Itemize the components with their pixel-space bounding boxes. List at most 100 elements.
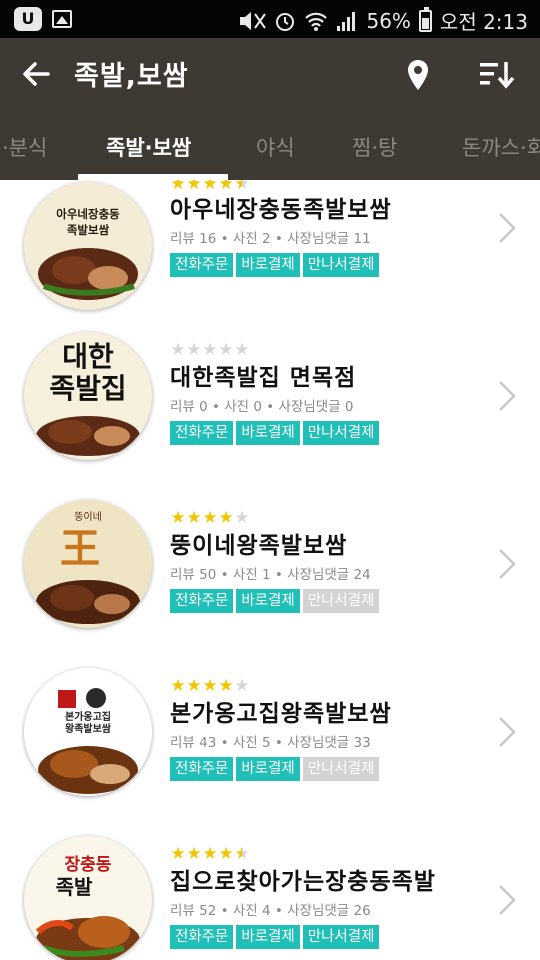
status-bar: U 56% 오전 2:13 — [0, 0, 540, 38]
chevron-right-icon — [499, 549, 516, 579]
pay-now-badge: 바로결제 — [236, 253, 300, 277]
rating-stars: ★★★★★ — [170, 844, 250, 864]
restaurant-name: 뚱이네왕족발보쌈 — [170, 533, 348, 559]
pay-on-delivery-badge: 만나서결제 — [302, 421, 380, 445]
tab-jokbal-bossam[interactable]: 족발·보쌈 — [106, 132, 191, 162]
star-icon: ★ — [186, 844, 202, 864]
restaurant-thumbnail: 대한 족발집 — [24, 332, 152, 460]
list-item[interactable]: 뚱이네 王 ★★★★★ 뚱이네왕족발보쌈 리뷰 50 • 사진 1 • 사장님댓… — [0, 498, 540, 666]
tab-late-night[interactable]: 야식 — [256, 132, 295, 162]
phone-order-badge: 전화주문 — [170, 925, 234, 949]
chevron-right-icon — [499, 717, 516, 747]
star-icon: ★ — [234, 844, 250, 864]
restaurant-name: 아우네장충동족발보쌈 — [170, 197, 392, 223]
star-icon: ★ — [186, 340, 202, 360]
review-meta: 리뷰 52 • 사진 4 • 사장님댓글 26 — [170, 903, 371, 919]
star-icon: ★ — [234, 676, 250, 696]
app-notification-icon: U — [14, 7, 42, 31]
pay-now-badge: 바로결제 — [236, 421, 300, 445]
phone-order-badge: 전화주문 — [170, 421, 234, 445]
order-badges: 전화주문 바로결제 만나서결제 — [170, 757, 380, 781]
star-icon: ★ — [170, 508, 186, 528]
thumb-caption: 족발집 — [49, 372, 126, 405]
phone-order-badge: 전화주문 — [170, 253, 234, 277]
list-item[interactable]: 대한 족발집 ★★★★★ 대한족발집 면목점 리뷰 0 • 사진 0 • 사장님… — [0, 330, 540, 498]
star-icon: ★ — [170, 340, 186, 360]
order-badges: 전화주문 바로결제 만나서결제 — [170, 421, 380, 445]
tab-stew[interactable]: 찜·탕 — [352, 132, 397, 162]
thumb-caption: 대한 — [62, 340, 114, 373]
thumb-caption: 장충동 — [65, 855, 112, 875]
order-badges: 전화주문 바로결제 만나서결제 — [170, 589, 380, 613]
signal-icon — [337, 11, 356, 31]
restaurant-name: 집으로찾아가는장충동족발 — [170, 869, 436, 895]
tab-snack[interactable]: ·분식 — [2, 132, 47, 162]
pay-on-delivery-badge: 만나서결제 — [302, 589, 380, 613]
star-icon: ★ — [218, 508, 234, 528]
thumb-caption: 아우네장충동 — [56, 207, 120, 221]
thumb-caption: 뚱이네 — [74, 511, 102, 523]
wifi-icon — [305, 12, 328, 31]
app-bar: 족발,보쌈 — [0, 38, 540, 112]
thumb-caption: 족발보쌈 — [67, 223, 110, 237]
category-tabs: ·분식 족발·보쌈 야식 찜·탕 돈까스·회 — [0, 112, 540, 180]
star-icon: ★ — [234, 508, 250, 528]
phone-order-badge: 전화주문 — [170, 757, 234, 781]
pay-now-badge: 바로결제 — [236, 589, 300, 613]
pay-on-delivery-badge: 만나서결제 — [302, 253, 380, 277]
battery-icon — [418, 6, 432, 32]
star-icon: ★ — [202, 340, 218, 360]
review-meta: 리뷰 0 • 사진 0 • 사장님댓글 0 — [170, 399, 354, 415]
pay-on-delivery-badge: 만나서결제 — [302, 925, 380, 949]
star-icon: ★ — [186, 508, 202, 528]
alarm-icon — [276, 12, 295, 31]
chevron-right-icon — [499, 213, 516, 243]
battery-percent: 56% — [366, 8, 411, 33]
thumb-caption: 본가옹고집 — [65, 710, 111, 723]
tab-cutlet-sashimi[interactable]: 돈까스·회 — [462, 132, 540, 162]
restaurant-name: 대한족발집 면목점 — [170, 365, 357, 391]
star-icon: ★ — [202, 844, 218, 864]
pay-now-badge: 바로결제 — [236, 925, 300, 949]
phone-order-badge: 전화주문 — [170, 589, 234, 613]
page-title: 족발,보쌈 — [74, 61, 189, 92]
order-badges: 전화주문 바로결제 만나서결제 — [170, 253, 380, 277]
star-icon: ★ — [186, 676, 202, 696]
list-item[interactable]: 장충동 족발 ★★★★★ 집으로찾아가는장충동족발 리뷰 52 • 사진 4 •… — [0, 834, 540, 960]
arrow-left-icon[interactable] — [18, 56, 54, 92]
review-meta: 리뷰 16 • 사진 2 • 사장님댓글 11 — [170, 231, 371, 247]
restaurant-thumbnail: 장충동 족발 — [24, 836, 152, 960]
list-item[interactable]: 아우네장충동 족발보쌈 ★★★★★ 아우네장충동족발보쌈 리뷰 16 • 사진 … — [0, 180, 540, 330]
review-meta: 리뷰 50 • 사진 1 • 사장님댓글 24 — [170, 567, 371, 583]
list-item[interactable]: 본가옹고집 왕족발보쌈 ★★★★★ 본가옹고집왕족발보쌈 리뷰 43 • 사진 … — [0, 666, 540, 834]
map-pin-icon[interactable] — [402, 58, 434, 92]
star-icon: ★ — [218, 340, 234, 360]
rating-stars: ★★★★★ — [170, 508, 250, 528]
pay-now-badge: 바로결제 — [236, 757, 300, 781]
rating-stars: ★★★★★ — [170, 676, 250, 696]
star-icon: ★ — [234, 340, 250, 360]
restaurant-thumbnail: 뚱이네 王 — [24, 500, 152, 628]
chevron-right-icon — [499, 381, 516, 411]
star-icon: ★ — [170, 676, 186, 696]
star-icon: ★ — [202, 676, 218, 696]
order-badges: 전화주문 바로결제 만나서결제 — [170, 925, 380, 949]
star-icon: ★ — [218, 676, 234, 696]
mute-icon — [240, 11, 267, 30]
restaurant-thumbnail: 본가옹고집 왕족발보쌈 — [24, 668, 152, 796]
restaurant-thumbnail: 아우네장충동 족발보쌈 — [24, 182, 152, 310]
restaurant-name: 본가옹고집왕족발보쌈 — [170, 701, 392, 727]
sort-icon[interactable] — [478, 58, 516, 92]
star-icon: ★ — [170, 844, 186, 864]
star-icon: ★ — [218, 844, 234, 864]
review-meta: 리뷰 43 • 사진 5 • 사장님댓글 33 — [170, 735, 371, 751]
chevron-right-icon — [499, 885, 516, 915]
image-notification-icon — [52, 10, 72, 28]
star-icon: ★ — [202, 508, 218, 528]
rating-stars: ★★★★★ — [170, 340, 250, 360]
thumb-caption: 족발 — [56, 875, 93, 899]
thumb-caption: 왕족발보쌈 — [65, 722, 112, 735]
pay-on-delivery-badge: 만나서결제 — [302, 757, 380, 781]
clock: 오전 2:13 — [439, 10, 528, 34]
thumb-caption: 王 — [60, 525, 100, 572]
